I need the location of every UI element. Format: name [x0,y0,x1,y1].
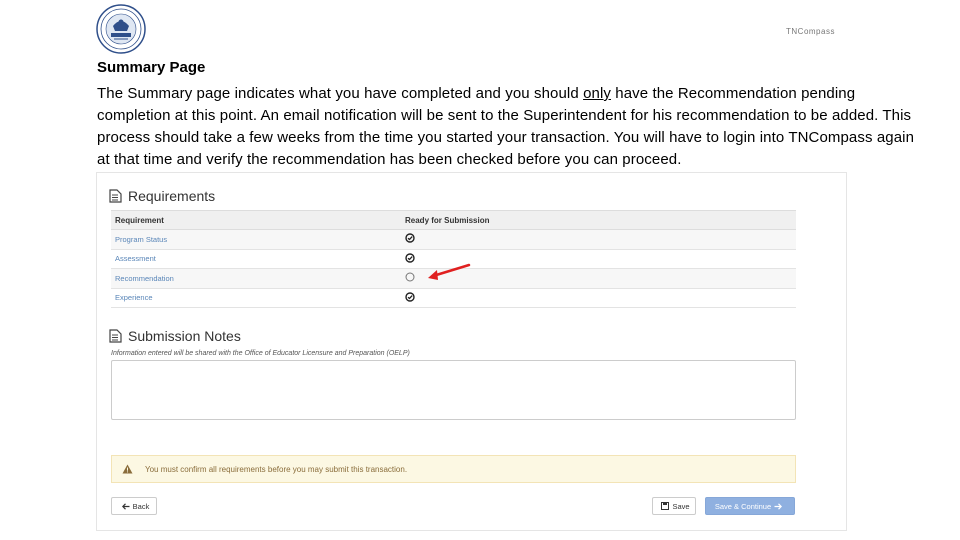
save-and-continue-label: Save & Continue [714,501,772,511]
brand-label: TNCompass [786,27,835,36]
tennessee-seal-icon [96,4,146,54]
save-label: Save [672,501,690,511]
requirements-title: Requirements [128,188,216,204]
notes-hint: Information entered will be shared with … [111,350,410,357]
red-arrow-icon [428,263,471,280]
requirements-table: Requirement Ready for Submission Program… [111,210,796,308]
empty-circle-icon [405,272,415,282]
check-circle-icon [405,253,415,263]
column-header-requirement: Requirement [115,215,164,225]
requirement-link[interactable]: Program Status [111,235,405,244]
submission-notes-heading: Submission Notes [109,328,241,344]
table-header: Requirement Ready for Submission [111,210,796,230]
requirement-link[interactable]: Assessment [111,254,405,263]
back-label: Back [132,501,150,511]
warning-alert: You must confirm all requirements before… [111,455,796,483]
warning-triangle-icon [122,464,133,474]
table-row: Program Status [111,230,796,250]
ready-status-cell [405,292,796,304]
document-icon [109,189,122,203]
app-screenshot: Requirements Requirement Ready for Submi… [96,172,847,531]
column-header-ready: Ready for Submission [405,215,490,225]
requirements-heading: Requirements [109,188,215,204]
back-button[interactable]: Back [111,497,157,515]
document-icon [109,329,122,343]
body-text-start: The Summary page indicates what you have… [97,85,584,102]
save-button[interactable]: Save [652,497,696,515]
requirement-link[interactable]: Experience [111,293,405,302]
table-row: Experience [111,289,796,308]
floppy-disk-icon [661,502,670,510]
check-circle-icon [405,292,415,302]
submission-notes-input[interactable] [111,360,796,420]
requirement-link[interactable]: Recommendation [111,274,405,283]
slide-title: Summary Page [97,59,206,76]
arrow-right-icon [774,502,783,510]
save-and-continue-button[interactable]: Save & Continue [705,497,795,515]
arrow-left-icon [121,502,130,510]
ready-status-cell [405,233,796,245]
check-circle-icon [405,233,415,243]
body-emphasis: only [583,85,611,102]
warning-message: You must confirm all requirements before… [145,464,408,474]
submission-notes-title: Submission Notes [128,328,241,344]
slide-body: The Summary page indicates what you have… [97,83,927,171]
